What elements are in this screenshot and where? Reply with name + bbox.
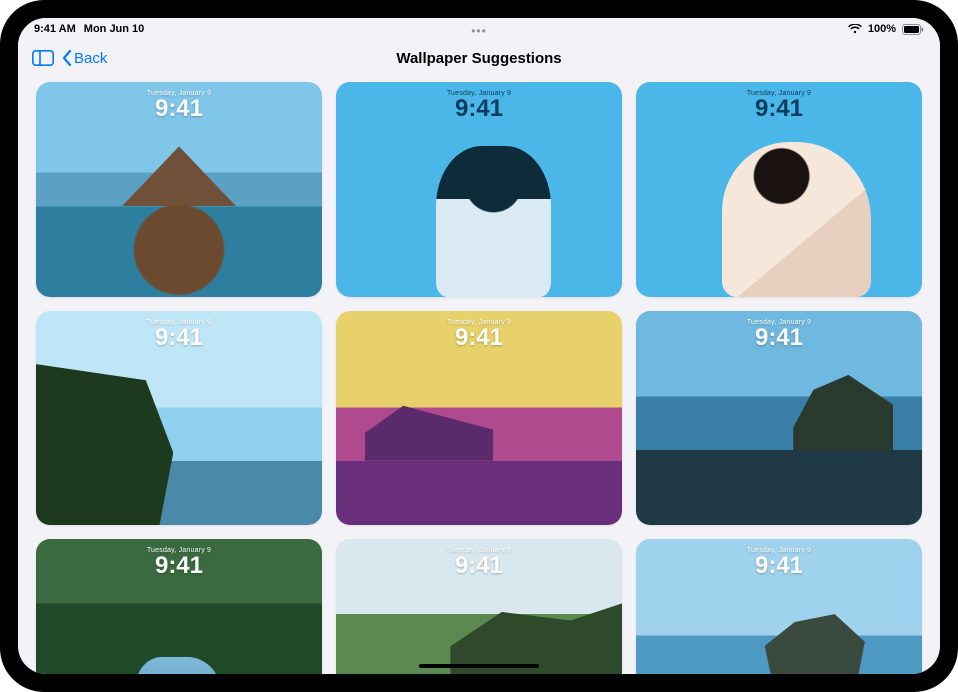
lockscreen-clock-preview: Tuesday, January 99:41 [147,547,211,578]
wallpaper-tile[interactable]: Tuesday, January 99:41 [636,539,922,674]
lockscreen-time: 9:41 [147,554,211,578]
battery-icon [902,24,924,35]
status-time: 9:41 AM [34,23,76,35]
ipad-frame: ••• 9:41 AM Mon Jun 10 100% [0,0,958,692]
screen: ••• 9:41 AM Mon Jun 10 100% [18,18,940,674]
lockscreen-clock-preview: Tuesday, January 99:41 [747,319,811,350]
wallpaper-grid-container: Tuesday, January 99:41 Tuesday, January 9… [18,76,940,674]
wallpaper-tile[interactable]: Tuesday, January 99:41 [636,311,922,526]
wallpaper-tile[interactable]: Tuesday, January 99:41 [336,311,622,526]
wallpaper-tile[interactable]: Tuesday, January 99:41 [36,539,322,674]
lockscreen-clock-preview: Tuesday, January 99:41 [447,90,511,121]
battery-percent: 100% [868,23,896,35]
back-label: Back [74,50,107,67]
navigation-bar: Back Wallpaper Suggestions [18,40,940,76]
lockscreen-time: 9:41 [447,554,511,578]
lockscreen-clock-preview: Tuesday, January 99:41 [147,319,211,350]
lockscreen-time: 9:41 [147,326,211,350]
lockscreen-time: 9:41 [747,554,811,578]
lockscreen-clock-preview: Tuesday, January 99:41 [747,547,811,578]
lockscreen-time: 9:41 [747,97,811,121]
lockscreen-time: 9:41 [447,97,511,121]
lockscreen-time: 9:41 [147,97,211,121]
page-title: Wallpaper Suggestions [396,50,561,67]
lockscreen-time: 9:41 [747,326,811,350]
wallpaper-tile[interactable]: Tuesday, January 99:41 [336,539,622,674]
wallpaper-tile[interactable]: Tuesday, January 99:41 [636,82,922,297]
multitasking-indicator-icon[interactable]: ••• [471,24,487,38]
sidebar-icon [32,50,54,66]
wallpaper-tile[interactable]: Tuesday, January 99:41 [336,82,622,297]
wallpaper-tile[interactable]: Tuesday, January 99:41 [36,82,322,297]
chevron-left-icon [62,50,72,66]
sidebar-toggle-button[interactable] [30,47,56,69]
lockscreen-clock-preview: Tuesday, January 99:41 [447,319,511,350]
lockscreen-clock-preview: Tuesday, January 99:41 [747,90,811,121]
lockscreen-clock-preview: Tuesday, January 99:41 [447,547,511,578]
status-date: Mon Jun 10 [84,23,145,35]
lockscreen-time: 9:41 [447,326,511,350]
wallpaper-tile[interactable]: Tuesday, January 99:41 [36,311,322,526]
wifi-icon [848,24,862,34]
back-button[interactable]: Back [62,50,107,67]
lockscreen-clock-preview: Tuesday, January 99:41 [147,90,211,121]
wallpaper-grid: Tuesday, January 99:41 Tuesday, January 9… [36,82,922,674]
home-indicator[interactable] [419,664,539,668]
